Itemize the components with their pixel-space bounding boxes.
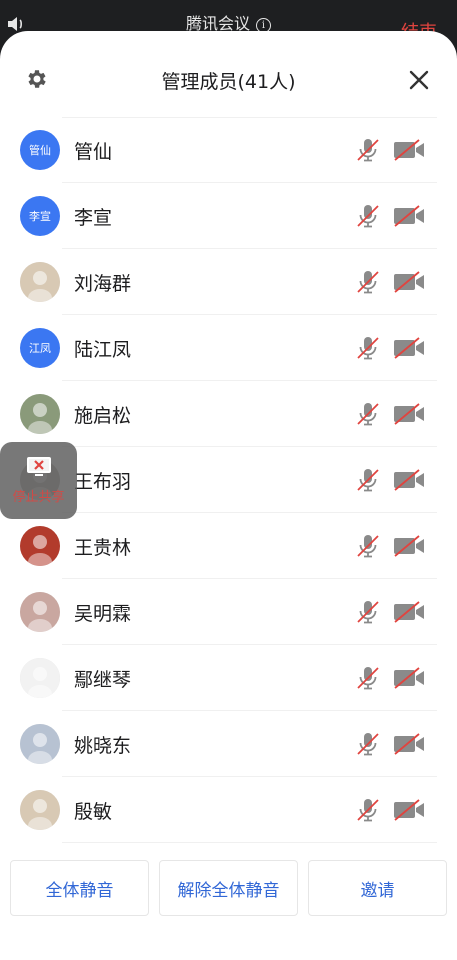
member-name: 王布羽 — [74, 471, 132, 493]
member-row[interactable]: 姚晓东 — [0, 711, 457, 777]
camera-off-icon[interactable] — [392, 138, 426, 162]
mic-muted-icon[interactable] — [355, 533, 381, 559]
member-name: 李宣 — [74, 207, 113, 229]
member-row[interactable]: 鄢继琴 — [0, 645, 457, 711]
camera-off-icon[interactable] — [392, 600, 426, 624]
row-divider — [62, 842, 437, 843]
camera-off-icon[interactable] — [392, 666, 426, 690]
avatar-photo — [20, 526, 60, 566]
mic-muted-icon[interactable] — [355, 467, 381, 493]
camera-off-icon[interactable] — [392, 402, 426, 426]
avatar-initials: 管仙 — [29, 144, 51, 157]
member-name: 王贵林 — [74, 537, 132, 559]
avatar-photo — [20, 658, 60, 698]
avatar — [20, 526, 60, 566]
avatar — [20, 658, 60, 698]
avatar — [20, 592, 60, 632]
panel-title: 管理成员(41人) — [161, 71, 296, 93]
mute-all-button[interactable]: 全体静音 — [10, 860, 149, 916]
avatar-photo — [20, 592, 60, 632]
avatar: 管仙 — [20, 130, 60, 170]
avatar — [20, 262, 60, 302]
member-row[interactable]: 王贵林 — [0, 513, 457, 579]
member-name: 管仙 — [74, 141, 113, 163]
member-row[interactable]: 刘海群 — [0, 249, 457, 315]
mic-muted-icon[interactable] — [355, 335, 381, 361]
member-row[interactable]: 殷敏 — [0, 777, 457, 843]
avatar-photo — [20, 724, 60, 764]
mic-muted-icon[interactable] — [355, 269, 381, 295]
avatar-photo — [20, 262, 60, 302]
mic-muted-icon[interactable] — [355, 401, 381, 427]
member-name: 陆江凤 — [74, 339, 132, 361]
mic-muted-icon[interactable] — [355, 599, 381, 625]
camera-off-icon[interactable] — [392, 534, 426, 558]
avatar — [20, 724, 60, 764]
member-row[interactable]: 江凤 陆江凤 — [0, 315, 457, 381]
mic-muted-icon[interactable] — [355, 731, 381, 757]
camera-off-icon[interactable] — [392, 204, 426, 228]
member-name: 姚晓东 — [74, 735, 132, 757]
member-row[interactable]: 管仙 管仙 — [0, 117, 457, 183]
camera-off-icon[interactable] — [392, 270, 426, 294]
camera-off-icon[interactable] — [392, 336, 426, 360]
avatar-photo — [20, 790, 60, 830]
member-name: 吴明霖 — [74, 603, 132, 625]
mic-muted-icon[interactable] — [355, 797, 381, 823]
unmute-all-button[interactable]: 解除全体静音 — [159, 860, 298, 916]
member-name: 刘海群 — [74, 273, 132, 295]
close-icon[interactable] — [408, 69, 430, 91]
avatar-initials: 江凤 — [29, 342, 51, 355]
invite-button[interactable]: 邀请 — [308, 860, 447, 916]
member-row[interactable]: 李宣 李宣 — [0, 183, 457, 249]
camera-off-icon[interactable] — [392, 798, 426, 822]
member-name: 施启松 — [74, 405, 132, 427]
mic-muted-icon[interactable] — [355, 137, 381, 163]
mic-muted-icon[interactable] — [355, 665, 381, 691]
panel-header: 管理成员(41人) — [0, 31, 457, 127]
stop-sharing-widget[interactable]: 停止共享 — [0, 442, 77, 519]
camera-off-icon[interactable] — [392, 468, 426, 492]
member-name: 鄢继琴 — [74, 669, 132, 691]
mic-muted-icon[interactable] — [355, 203, 381, 229]
avatar-initials: 李宣 — [29, 210, 51, 223]
member-row[interactable]: 吴明霖 — [0, 579, 457, 645]
avatar: 江凤 — [20, 328, 60, 368]
camera-off-icon[interactable] — [392, 732, 426, 756]
avatar — [20, 790, 60, 830]
stop-sharing-label: 停止共享 — [12, 490, 65, 505]
avatar-photo — [20, 394, 60, 434]
screen-share-icon — [27, 457, 51, 476]
member-name: 殷敏 — [74, 801, 113, 823]
footer-actions: 全体静音 解除全体静音 邀请 — [10, 860, 447, 916]
member-row[interactable]: 施启松 — [0, 381, 457, 447]
avatar: 李宣 — [20, 196, 60, 236]
avatar — [20, 394, 60, 434]
